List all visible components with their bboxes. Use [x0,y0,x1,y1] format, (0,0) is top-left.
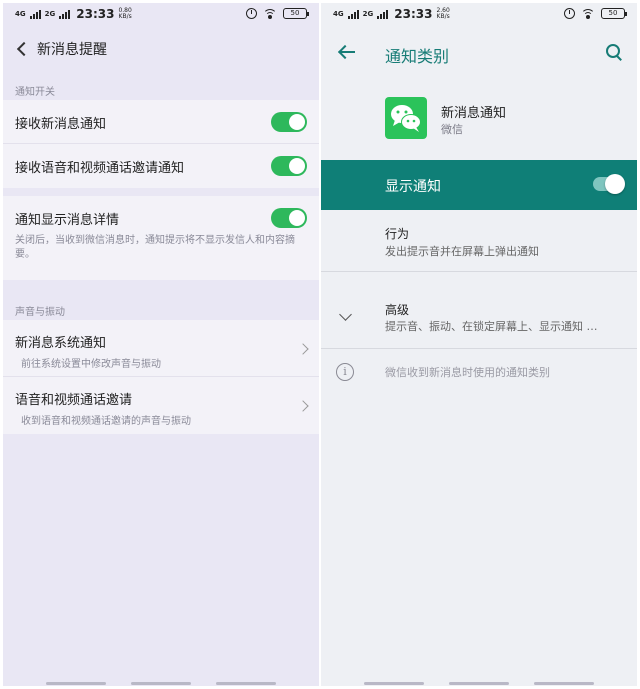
row-title: 接收新消息通知 [15,117,107,132]
row-title: 通知显示消息详情 [15,213,120,228]
nav-indicator [45,682,106,685]
info-text: 微信收到新消息时使用的通知类别 [385,366,550,379]
row-title: 接收语音和视频通话邀请通知 [15,161,185,176]
network-speed: 0.80 KB/s [118,7,132,20]
receive-call-toggle[interactable] [271,156,307,176]
nav-indicator [448,682,509,685]
back-icon[interactable] [9,35,37,63]
divider [321,271,637,272]
left-phone-screen: 4G 2G 23:33 0.80 KB/s 50 新消息提醒 通知开关 接收新消… [3,3,319,686]
advanced-title: 高级 [385,303,410,317]
status-time: 23:33 [394,7,433,21]
chevron-down-icon[interactable] [339,308,352,321]
nav-bar [321,682,637,686]
screenshot-stage: 4G 2G 23:33 0.80 KB/s 50 新消息提醒 通知开关 接收新消… [0,0,640,689]
header: 新消息提醒 [3,31,319,67]
right-phone-screen: 4G 2G 23:33 2.60 KB/s 50 通知类别 新消息通知 微信 显… [321,3,637,686]
setting-row-call-invite[interactable]: 语音和视频通话邀请 收到语音和视频通话邀请的声音与振动 [3,377,319,434]
alarm-icon [564,8,575,19]
row-title: 新消息系统通知 [15,336,107,351]
network-speed: 2.60 KB/s [436,7,450,20]
detail-card: 通知显示消息详情 关闭后，当收到微信消息时，通知提示将不显示发信人和内容摘要。 [3,196,319,280]
page-title: 新消息提醒 [37,42,107,58]
battery-icon: 50 [601,8,627,19]
signal-icon [59,9,71,19]
network-label-2g: 2G [362,9,374,18]
sound-card: 新消息系统通知 前往系统设置中修改声音与振动 语音和视频通话邀请 收到语音和视频… [3,320,319,434]
notify-card: 接收新消息通知 接收语音和视频通话邀请通知 [3,100,319,188]
nav-bar [3,682,319,686]
info-icon: i [336,363,354,381]
show-notification-toggle[interactable] [593,174,625,194]
battery-icon: 50 [283,8,309,19]
show-notification-label: 显示通知 [385,179,441,195]
network-label-4g: 4G [15,9,26,18]
wifi-icon [263,8,277,19]
status-time: 23:33 [76,7,115,21]
page-title: 通知类别 [385,47,450,66]
setting-row-system-notify[interactable]: 新消息系统通知 前往系统设置中修改声音与振动 [3,320,319,377]
receive-new-toggle[interactable] [271,112,307,132]
alarm-icon [246,8,257,19]
show-detail-toggle[interactable] [271,208,307,228]
back-arrow-icon[interactable] [337,44,357,60]
row-subtitle: 收到语音和视频通话邀请的声音与振动 [21,416,191,427]
setting-row-receive-call[interactable]: 接收语音和视频通话邀请通知 [3,144,319,188]
row-subtitle: 前往系统设置中修改声音与振动 [21,359,161,370]
show-notification-row[interactable]: 显示通知 [321,160,637,210]
chevron-right-icon [297,343,309,355]
network-label-4g: 4G [333,9,344,18]
signal-icon [347,9,359,19]
setting-row-show-detail[interactable]: 通知显示消息详情 关闭后，当收到微信消息时，通知提示将不显示发信人和内容摘要。 [3,196,319,280]
advanced-subtitle: 提示音、振动、在锁定屏幕上、显示通知 … [385,320,598,333]
nav-indicator [363,682,424,685]
chevron-right-icon [297,400,309,412]
search-icon[interactable] [605,43,623,61]
section-label-sound: 声音与振动 [15,307,65,318]
status-bar: 4G 2G 23:33 0.80 KB/s 50 [3,3,319,27]
section-label-notify: 通知开关 [15,87,55,98]
wechat-logo-icon [391,105,421,132]
wifi-icon [581,8,595,19]
app-name: 微信 [441,123,463,136]
signal-icon [29,9,41,19]
status-bar: 4G 2G 23:33 2.60 KB/s 50 [321,3,637,27]
behavior-title: 行为 [385,227,410,241]
nav-indicator [534,682,595,685]
network-label-2g: 2G [44,9,56,18]
nav-indicator [216,682,277,685]
header: 通知类别 [321,31,637,75]
behavior-subtitle: 发出提示音并在屏幕上弹出通知 [385,245,539,258]
divider [321,348,637,349]
nav-indicator [130,682,191,685]
row-description: 关闭后，当收到微信消息时，通知提示将不显示发信人和内容摘要。 [15,235,295,260]
signal-icon [377,9,389,19]
app-channel-name: 新消息通知 [441,106,507,121]
setting-row-receive-new[interactable]: 接收新消息通知 [3,100,319,144]
row-title: 语音和视频通话邀请 [15,393,133,408]
wechat-app-icon [385,97,427,139]
